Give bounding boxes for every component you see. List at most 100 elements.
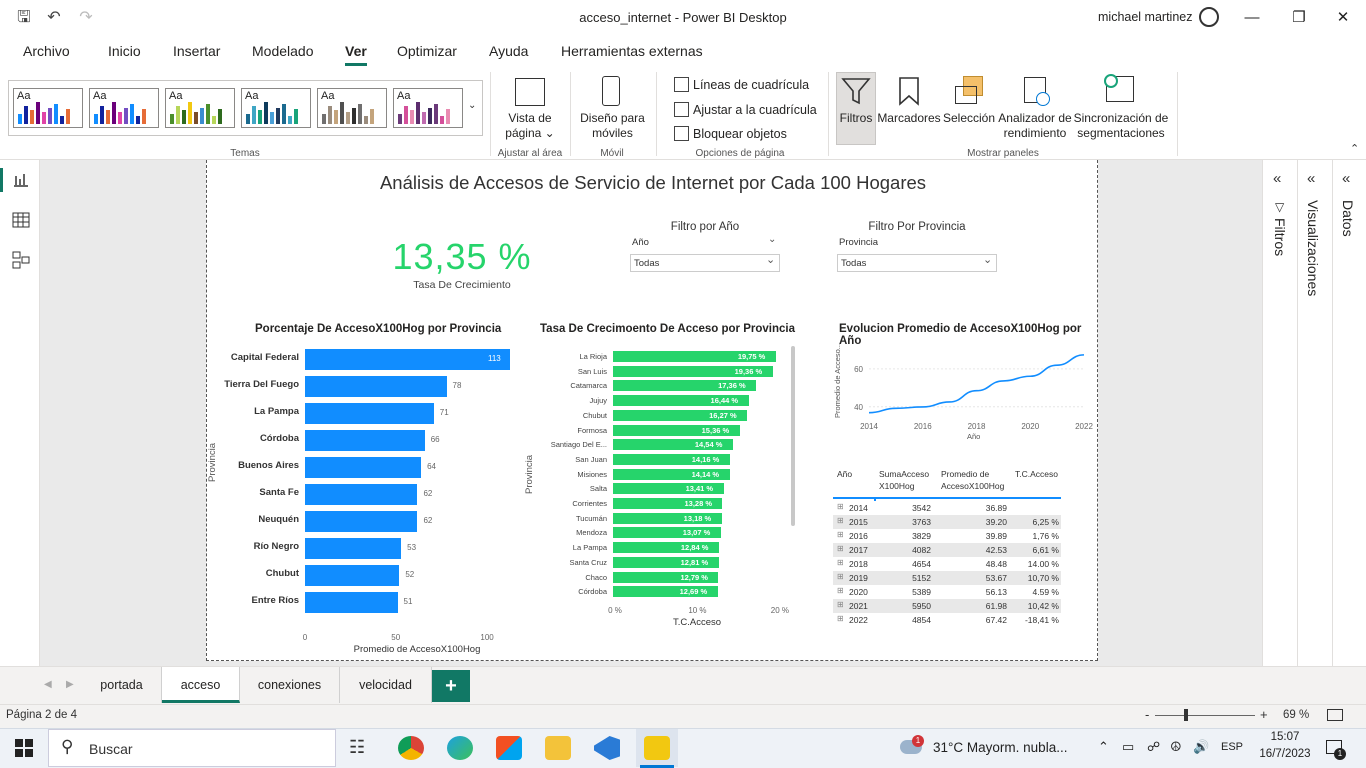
volume-icon[interactable]: 🔊 [1193,739,1209,755]
tab-optimizar[interactable]: Optimizar [397,43,457,59]
store-icon[interactable] [496,736,522,760]
sync-slicers-label[interactable]: Sincronización de segmentaciones [1072,111,1170,141]
data-pane-label[interactable]: Datos [1340,200,1356,237]
page-view-icon[interactable] [515,78,545,106]
mobile-layout-button[interactable]: Diseño para móviles [575,111,650,141]
province-filter-dropdown[interactable]: Todas ⌄ [837,254,997,272]
expand-icon[interactable]: ⊞ [837,572,844,581]
close-icon[interactable]: ✕ [1320,6,1366,30]
battery-icon[interactable]: ▭ [1122,739,1134,755]
page-tab-acceso[interactable]: acceso [162,667,240,703]
chart3-line[interactable] [868,354,1085,414]
collapse-data-icon[interactable]: « [1342,170,1350,187]
chart2-scrollbar[interactable] [791,346,795,526]
gallery-expand-icon[interactable]: ⌄ [468,100,476,111]
fit-to-page-icon[interactable] [1327,709,1343,721]
zoom-out-button[interactable]: - [1145,707,1149,722]
chrome-icon[interactable] [398,736,424,760]
report-view-icon[interactable] [12,172,30,188]
weather-text[interactable]: 31°C Mayorm. nubla... [933,740,1067,755]
chart1-bar[interactable] [305,484,418,505]
page-tab-velocidad[interactable]: velocidad [340,667,432,703]
expand-icon[interactable]: ⊞ [837,502,844,511]
prev-page-icon[interactable]: ◀ [44,679,52,690]
page-tab-portada[interactable]: portada [82,667,162,703]
zoom-slider-thumb[interactable] [1184,709,1188,721]
expand-icon[interactable]: ⊞ [837,544,844,553]
chart1-bar[interactable] [305,376,447,397]
zoom-in-button[interactable]: + [1260,707,1268,722]
theme-swatch[interactable]: Aa [241,88,311,128]
page-tab-conexiones[interactable]: conexiones [240,667,340,703]
chart1-bar[interactable] [305,430,425,451]
expand-icon[interactable]: ⊞ [837,600,844,609]
avatar-icon[interactable] [1199,7,1219,27]
model-view-icon[interactable] [12,251,30,269]
visualizations-pane-label[interactable]: Visualizaciones [1305,200,1321,296]
tab-ayuda[interactable]: Ayuda [489,43,528,59]
tab-ver[interactable]: Ver [345,43,367,59]
expand-icon[interactable]: ⊞ [837,530,844,539]
theme-swatch[interactable]: Aa [89,88,159,128]
selection-label[interactable]: Selección [940,111,998,126]
theme-bar [340,102,344,124]
windows-start-icon[interactable] [15,739,33,757]
table-view-icon[interactable] [12,212,30,228]
task-view-icon[interactable]: ☷ [349,737,365,758]
minimize-icon[interactable]: — [1229,6,1275,30]
tab-archivo[interactable]: Archivo [23,43,70,59]
powerbi-icon[interactable] [644,736,670,760]
chart1-bar[interactable] [305,457,422,478]
restore-icon[interactable]: ❐ [1276,6,1322,30]
tray-expand-icon[interactable]: ⌃ [1098,739,1109,755]
chart1-bar[interactable] [305,403,434,424]
chart1-bar[interactable] [305,565,400,586]
chart2-data-label: 12,69 % [679,587,708,597]
collapse-visualizations-icon[interactable]: « [1307,170,1315,187]
clock-date[interactable]: 16/7/2023 [1250,748,1320,760]
snap-grid-checkbox[interactable] [674,102,689,117]
expand-icon[interactable]: ⊞ [837,614,844,623]
province-filter-field: Provincia [839,237,879,248]
bookmark-icon[interactable] [898,76,920,106]
separator [828,72,829,156]
chart1-bar[interactable] [305,511,418,532]
chevron-down-icon[interactable]: ⌄ [768,234,776,245]
expand-icon[interactable]: ⊞ [837,558,844,567]
edge-icon[interactable] [447,736,473,760]
tab-insertar[interactable]: Insertar [173,43,220,59]
theme-swatch[interactable]: Aa [317,88,387,128]
user-name[interactable]: michael martinez [1098,10,1192,24]
tab-herramientas-externas[interactable]: Herramientas externas [561,43,703,59]
gridlines-checkbox[interactable] [674,77,689,92]
taskbar-search-box[interactable]: ⚲ Buscar [48,729,336,767]
mobile-layout-icon[interactable] [602,76,620,106]
collapse-ribbon-icon[interactable]: ⌃ [1350,142,1359,155]
tab-modelado[interactable]: Modelado [252,43,314,59]
chart1-bar[interactable] [305,349,510,370]
page-view-button[interactable]: Vista de página ⌄ [500,111,560,141]
filters-pane-label[interactable]: Filtros [1272,218,1288,256]
chart1-bar[interactable] [305,592,398,613]
expand-icon[interactable]: ⊞ [837,516,844,525]
zoom-slider-track[interactable] [1155,715,1255,716]
collapse-filters-icon[interactable]: « [1273,170,1281,187]
bookmarks-label[interactable]: Marcadores [876,111,942,126]
theme-swatch[interactable]: Aa [13,88,83,128]
network-icon[interactable]: ☍ [1147,739,1160,755]
theme-swatch[interactable]: Aa [165,88,235,128]
chart1-bar[interactable] [305,538,402,559]
clock-time[interactable]: 15:07 [1255,731,1315,743]
year-filter-dropdown[interactable]: Todas ⌄ [630,254,780,272]
chart3-plot[interactable]: 40 60 2014 2016 2018 2020 2022 [837,340,1097,440]
file-explorer-icon[interactable] [545,736,571,760]
lock-objects-checkbox[interactable] [674,126,689,141]
add-page-button[interactable]: + [432,670,470,702]
tab-inicio[interactable]: Inicio [108,43,141,59]
theme-swatch[interactable]: Aa [393,88,463,128]
wifi-icon[interactable]: ☮ [1170,739,1182,755]
performance-analyzer-label[interactable]: Analizador de rendimiento [996,111,1074,141]
expand-icon[interactable]: ⊞ [837,586,844,595]
language-indicator[interactable]: ESP [1221,741,1243,753]
next-page-icon[interactable]: ▶ [66,679,74,690]
